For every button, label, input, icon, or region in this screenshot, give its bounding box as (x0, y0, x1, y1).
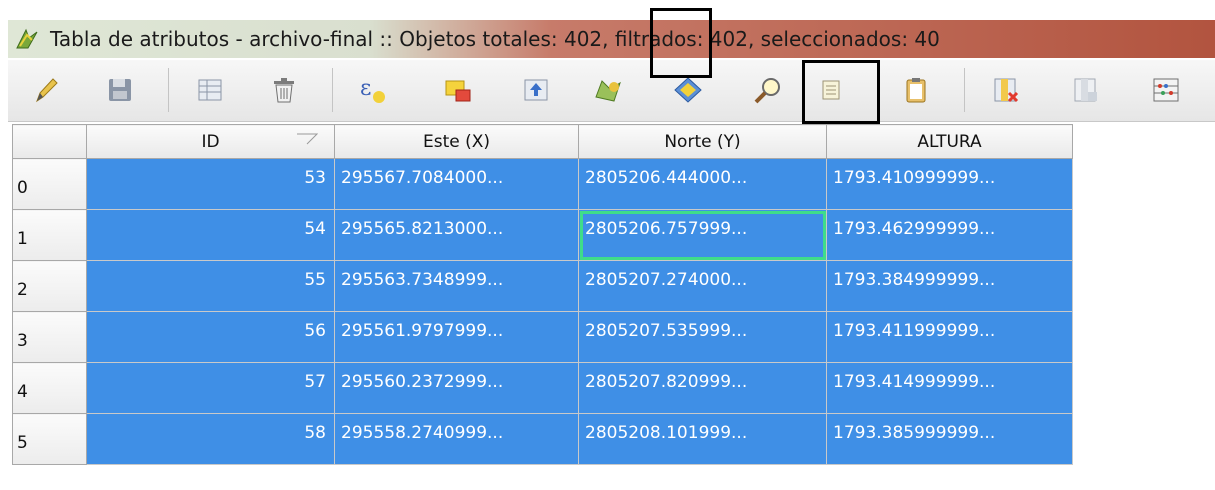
cell-este[interactable]: 295561.9797999... (334, 311, 579, 363)
select-by-expression-button[interactable]: ε (354, 70, 394, 110)
abacus-icon (1153, 78, 1179, 102)
pencil-icon (35, 78, 58, 103)
table-row[interactable]: 5 58 295558.2740999... 2805208.101999...… (12, 413, 1073, 465)
cell-id[interactable]: 58 (86, 413, 335, 465)
cell-este[interactable]: 295565.8213000... (334, 209, 579, 261)
column-header-este[interactable]: Este (X) (334, 124, 579, 159)
zoom-to-selected-button[interactable] (748, 70, 788, 110)
row-header[interactable]: 0 (12, 158, 87, 210)
cell-altura[interactable]: 1793.410999999... (826, 158, 1073, 210)
new-field-button[interactable] (1066, 70, 1106, 110)
column-header-altura[interactable]: ALTURA (826, 124, 1073, 159)
row-header[interactable]: 4 (12, 362, 87, 414)
sort-indicator-icon (297, 133, 318, 145)
column-header-norte[interactable]: Norte (Y) (578, 124, 827, 159)
row-header[interactable]: 3 (12, 311, 87, 363)
unselect-all-button[interactable] (438, 70, 478, 110)
table-delete-icon (198, 79, 222, 101)
svg-text:ε: ε (360, 76, 371, 101)
clipboard-icon (906, 78, 926, 103)
new-column-icon (1074, 78, 1097, 102)
row-header[interactable]: 5 (12, 413, 87, 465)
table-row[interactable]: 1 54 295565.8213000... 2805206.757999...… (12, 209, 1073, 261)
qgis-icon (16, 28, 38, 49)
pan-map-icon (674, 77, 702, 103)
cell-id[interactable]: 54 (86, 209, 335, 261)
delete-column-icon (994, 78, 1019, 103)
cell-norte[interactable]: 2805207.274000... (578, 260, 827, 312)
cell-altura[interactable]: 1793.414999999... (826, 362, 1073, 414)
cell-este[interactable]: 295563.7348999... (334, 260, 579, 312)
cell-norte[interactable]: 2805208.101999... (578, 413, 827, 465)
cell-altura[interactable]: 1793.462999999... (826, 209, 1073, 261)
trash-icon (274, 78, 294, 103)
corner-header[interactable] (12, 124, 87, 159)
table-row[interactable]: 4 57 295560.2372999... 2805207.820999...… (12, 362, 1073, 414)
floppy-disk-icon (109, 79, 131, 101)
cell-id[interactable]: 57 (86, 362, 335, 414)
table-row[interactable]: 3 56 295561.9797999... 2805207.535999...… (12, 311, 1073, 363)
trash-button[interactable] (264, 70, 304, 110)
paste-features-button[interactable] (896, 70, 936, 110)
column-header-id[interactable]: ID (86, 124, 335, 159)
zoom-magnifier-icon (754, 78, 780, 104)
cell-este[interactable]: 295567.7084000... (334, 158, 579, 210)
cell-norte[interactable]: 2805207.535999... (578, 311, 827, 363)
cell-altura[interactable]: 1793.385999999... (826, 413, 1073, 465)
toolbar: ε (8, 60, 1215, 122)
invert-selection-button[interactable] (588, 70, 628, 110)
toggle-editing-button[interactable] (26, 70, 66, 110)
window-title: Tabla de atributos - archivo-final :: Ob… (50, 27, 940, 51)
cell-id[interactable]: 56 (86, 311, 335, 363)
cell-este[interactable]: 295560.2372999... (334, 362, 579, 414)
table-row[interactable]: 2 55 295563.7348999... 2805207.274000...… (12, 260, 1073, 312)
cell-altura[interactable]: 1793.384999999... (826, 260, 1073, 312)
invert-selection-icon (595, 80, 621, 102)
cell-id[interactable]: 55 (86, 260, 335, 312)
delete-field-button[interactable] (986, 70, 1026, 110)
deselect-icon (445, 80, 471, 102)
table-row[interactable]: 0 53 295567.7084000... 2805206.444000...… (12, 158, 1073, 210)
cell-norte[interactable]: 2805207.820999... (578, 362, 827, 414)
expression-icon: ε (360, 76, 385, 103)
delete-selected-button[interactable] (190, 70, 230, 110)
cell-este[interactable]: 295558.2740999... (334, 413, 579, 465)
cell-altura[interactable]: 1793.411999999... (826, 311, 1073, 363)
row-header[interactable]: 1 (12, 209, 87, 261)
annotation-box-copy (802, 60, 880, 124)
cell-norte[interactable]: 2805206.444000... (578, 158, 827, 210)
row-header[interactable]: 2 (12, 260, 87, 312)
cell-id[interactable]: 53 (86, 158, 335, 210)
save-edits-button[interactable] (100, 70, 140, 110)
field-calculator-button[interactable] (1146, 70, 1186, 110)
move-selection-to-top-button[interactable] (516, 70, 556, 110)
cell-norte-current[interactable]: 2805206.757999... (578, 209, 827, 261)
title-bar: Tabla de atributos - archivo-final :: Ob… (8, 20, 1215, 58)
attribute-table: ID Este (X) Norte (Y) ALTURA 0 53 295567… (12, 124, 1073, 465)
move-top-icon (524, 79, 548, 101)
annotation-box-title (650, 8, 712, 78)
